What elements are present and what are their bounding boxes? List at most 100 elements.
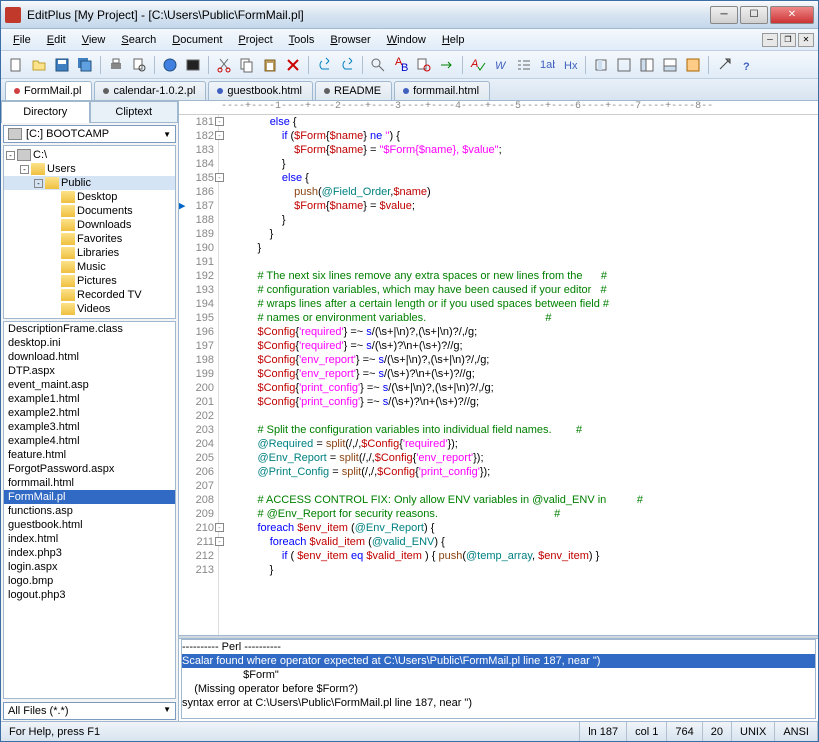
file-item[interactable]: feature.html	[4, 448, 175, 462]
fullscreen-icon[interactable]	[613, 54, 635, 76]
document-tab[interactable]: README	[315, 81, 392, 100]
file-item[interactable]: ForgotPassword.aspx	[4, 462, 175, 476]
file-item[interactable]: example4.html	[4, 434, 175, 448]
line-number[interactable]: 212	[179, 549, 214, 563]
menu-view[interactable]: View	[74, 31, 114, 49]
tree-item[interactable]: Libraries	[4, 246, 175, 260]
line-number[interactable]: 210-	[179, 521, 214, 535]
tree-item[interactable]: Pictures	[4, 274, 175, 288]
code-line[interactable]: # Split the configuration variables into…	[233, 423, 818, 437]
code-line[interactable]	[233, 409, 818, 423]
code-line[interactable]: # configuration variables, which may hav…	[233, 283, 818, 297]
code-line[interactable]: if ( $env_item eq $valid_item ) { push(@…	[233, 549, 818, 563]
output-panel[interactable]: ---------- Perl ----------Scalar found w…	[181, 639, 816, 719]
code-line[interactable]: @Required = split(/,/,$Config{'required'…	[233, 437, 818, 451]
tree-item[interactable]: -C:\	[4, 148, 175, 162]
line-number[interactable]: 188	[179, 213, 214, 227]
terminal-icon[interactable]	[182, 54, 204, 76]
undo-icon[interactable]	[313, 54, 335, 76]
line-number[interactable]: 197	[179, 339, 214, 353]
tree-item[interactable]: -Public	[4, 176, 175, 190]
line-number[interactable]: 193	[179, 283, 214, 297]
output-line[interactable]: $Form"	[182, 668, 815, 682]
line-number[interactable]: 203	[179, 423, 214, 437]
code-line[interactable]	[233, 479, 818, 493]
line-number[interactable]: 211-	[179, 535, 214, 549]
cut-icon[interactable]	[213, 54, 235, 76]
save-all-icon[interactable]	[74, 54, 96, 76]
output-line[interactable]: Scalar found where operator expected at …	[182, 654, 815, 668]
code-content[interactable]: else { if ($Form{$name} ne '') { $Form{$…	[219, 115, 818, 635]
code-line[interactable]: # names or environment variables. #	[233, 311, 818, 325]
code-line[interactable]: push(@Field_Order,$name)	[233, 185, 818, 199]
output-line[interactable]: (Missing operator before $Form?)	[182, 682, 815, 696]
code-line[interactable]: $Config{'env_report'} =~ s/(\s+)?\n+(\s+…	[233, 367, 818, 381]
fold-toggle-icon[interactable]: -	[215, 117, 224, 126]
line-number[interactable]: 213	[179, 563, 214, 577]
file-filter[interactable]: All Files (*.*)	[3, 702, 176, 720]
code-line[interactable]: @Env_Report = split(/,/,$Config{'env_rep…	[233, 451, 818, 465]
line-number[interactable]: 182-	[179, 129, 214, 143]
file-item[interactable]: DTP.aspx	[4, 364, 175, 378]
tree-toggle-icon[interactable]: -	[34, 179, 43, 188]
browser-icon[interactable]	[159, 54, 181, 76]
code-line[interactable]: $Form{$name} = "$Form{$name}, $value";	[233, 143, 818, 157]
fold-toggle-icon[interactable]: -	[215, 173, 224, 182]
tree-item[interactable]: Videos	[4, 302, 175, 316]
menu-browser[interactable]: Browser	[322, 31, 378, 49]
line-number[interactable]: 200	[179, 381, 214, 395]
file-item[interactable]: FormMail.pl	[4, 490, 175, 504]
tree-item[interactable]: Desktop	[4, 190, 175, 204]
code-line[interactable]: # @Env_Report for security reasons. #	[233, 507, 818, 521]
document-tab[interactable]: guestbook.html	[208, 81, 313, 100]
line-gutter[interactable]: 181-182-183184185-186187▶188189190191192…	[179, 115, 219, 635]
menu-search[interactable]: Search	[113, 31, 164, 49]
menu-edit[interactable]: Edit	[39, 31, 74, 49]
document-tab[interactable]: formmail.html	[394, 81, 490, 100]
line-number[interactable]: 202	[179, 409, 214, 423]
line-number[interactable]: 191	[179, 255, 214, 269]
code-line[interactable]: }	[233, 241, 818, 255]
cliptext-tab[interactable]: Cliptext	[90, 101, 179, 123]
line-number[interactable]: 205	[179, 451, 214, 465]
find-in-files-icon[interactable]	[413, 54, 435, 76]
code-line[interactable]: $Config{'print_config'} =~ s/(\s+)?\n+(\…	[233, 395, 818, 409]
print-icon[interactable]	[105, 54, 127, 76]
code-line[interactable]: # wraps lines after a certain length or …	[233, 297, 818, 311]
fold-toggle-icon[interactable]: -	[215, 523, 224, 532]
file-item[interactable]: logout.php3	[4, 588, 175, 602]
code-line[interactable]: $Config{'required'} =~ s/(\s+|\n)?,(\s+|…	[233, 325, 818, 339]
drive-selector[interactable]: [C:] BOOTCAMP	[3, 125, 176, 143]
code-line[interactable]: $Form{$name} = $value;	[233, 199, 818, 213]
line-number[interactable]: 190	[179, 241, 214, 255]
fold-toggle-icon[interactable]: -	[215, 537, 224, 546]
print-preview-icon[interactable]	[128, 54, 150, 76]
menu-tools[interactable]: Tools	[281, 31, 323, 49]
code-line[interactable]: else {	[233, 115, 818, 129]
titlebar[interactable]: EditPlus [My Project] - [C:\Users\Public…	[1, 1, 818, 29]
code-line[interactable]: $Config{'env_report'} =~ s/(\s+|\n)?,(\s…	[233, 353, 818, 367]
menu-window[interactable]: Window	[379, 31, 434, 49]
tree-item[interactable]: Documents	[4, 204, 175, 218]
wordwrap-icon[interactable]: W	[490, 54, 512, 76]
file-item[interactable]: download.html	[4, 350, 175, 364]
new-file-icon[interactable]	[5, 54, 27, 76]
file-item[interactable]: desktop.ini	[4, 336, 175, 350]
file-item[interactable]: example2.html	[4, 406, 175, 420]
line-number[interactable]: 181-	[179, 115, 214, 129]
menu-file[interactable]: File	[5, 31, 39, 49]
document-tab[interactable]: FormMail.pl	[5, 81, 92, 100]
line-number[interactable]: 199	[179, 367, 214, 381]
line-number[interactable]: 184	[179, 157, 214, 171]
document-tab[interactable]: calendar-1.0.2.pl	[94, 81, 206, 100]
line-number[interactable]: 189	[179, 227, 214, 241]
code-line[interactable]: else {	[233, 171, 818, 185]
save-icon[interactable]	[51, 54, 73, 76]
file-item[interactable]: login.aspx	[4, 560, 175, 574]
hex-view-icon[interactable]: Hx	[559, 54, 581, 76]
file-item[interactable]: functions.asp	[4, 504, 175, 518]
menu-project[interactable]: Project	[230, 31, 280, 49]
code-line[interactable]: }	[233, 227, 818, 241]
file-item[interactable]: logo.bmp	[4, 574, 175, 588]
maximize-button[interactable]: ☐	[740, 6, 768, 24]
